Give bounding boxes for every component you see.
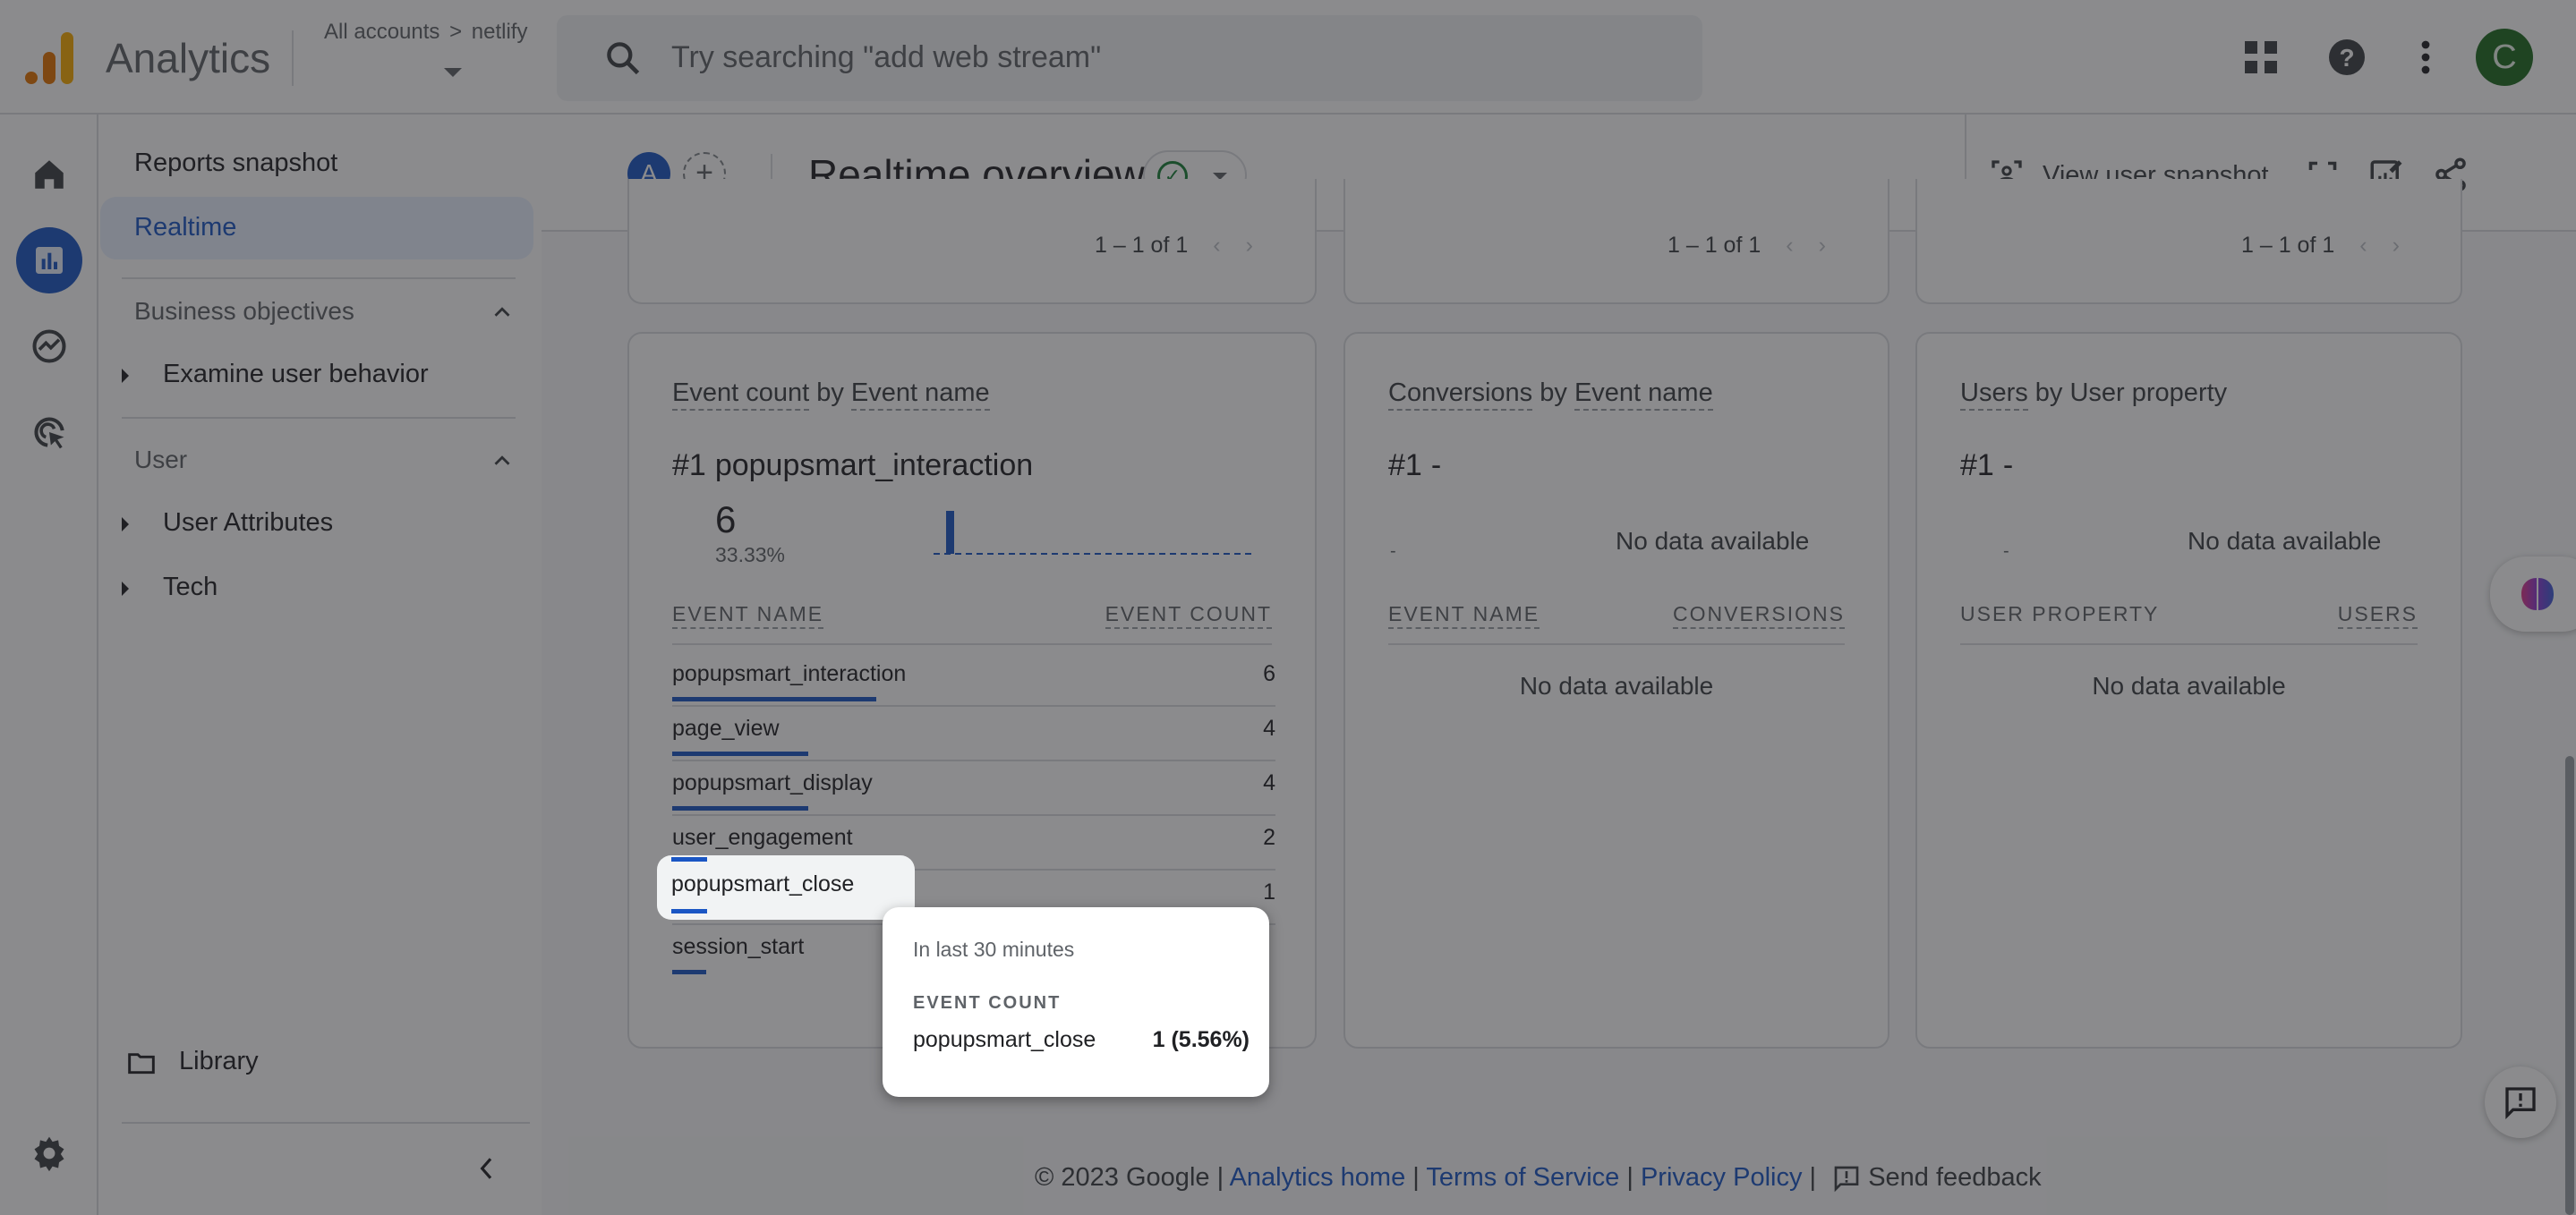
row-bar xyxy=(671,909,707,913)
tooltip-value: 1 (5.56%) xyxy=(1152,1027,1250,1052)
analytics-page: Analytics All accounts > netlify Try sea… xyxy=(0,0,2576,1215)
tooltip-name: popupsmart_close xyxy=(913,1027,1096,1052)
row-name: popupsmart_close xyxy=(671,871,855,896)
highlighted-row-popupsmart-close[interactable]: popupsmart_close xyxy=(657,855,915,920)
row-bar xyxy=(671,857,707,862)
tooltip-metric: EVENT COUNT xyxy=(913,993,1062,1013)
dim-overlay xyxy=(0,0,2576,1215)
row-tooltip: In last 30 minutes EVENT COUNT popupsmar… xyxy=(883,907,1269,1097)
tooltip-period: In last 30 minutes xyxy=(913,938,1075,961)
